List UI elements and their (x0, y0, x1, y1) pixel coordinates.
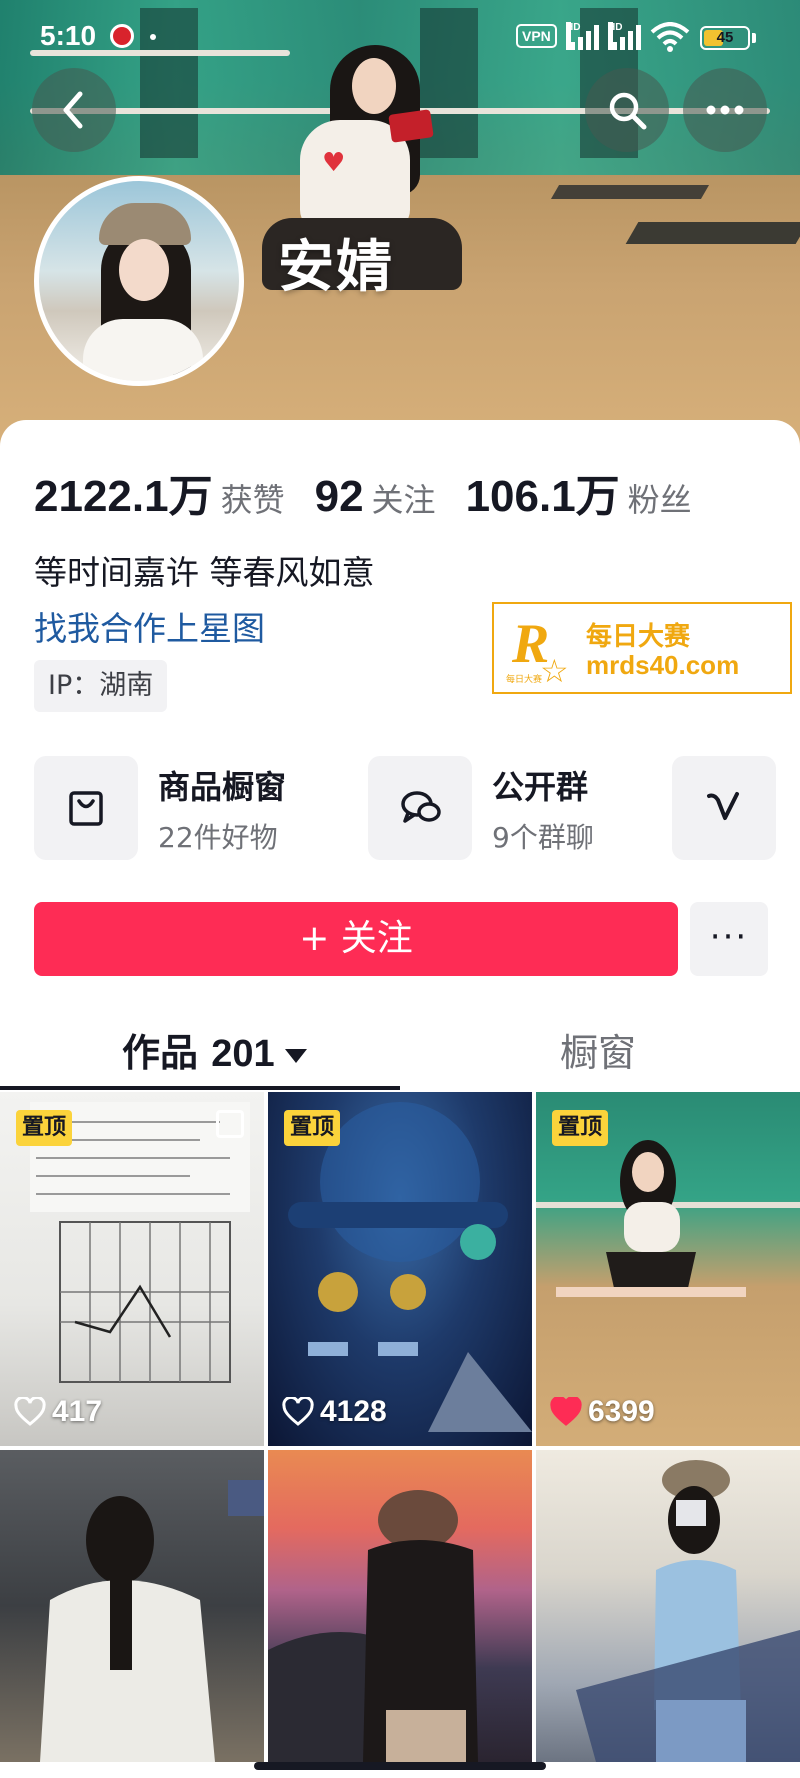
back-arrow-icon (63, 91, 83, 129)
shortcut-title: 公开群 (492, 768, 589, 806)
stat-followers[interactable]: 106.1万 粉丝 (466, 460, 692, 524)
search-button[interactable] (585, 68, 669, 152)
watermark-star-icon: ☆ (540, 652, 569, 690)
vpn-badge: VPN (516, 24, 557, 48)
shortcut-public-group[interactable]: 公开群 9个群聊 (368, 754, 668, 862)
stat-value: 92 (314, 472, 364, 521)
stat-value: 2122.1万 (34, 472, 213, 521)
stat-following[interactable]: 92 关注 (315, 472, 436, 522)
shortcut-subtitle: 22件好物 (158, 821, 278, 854)
video-tile[interactable]: 置顶 6399 (536, 1092, 800, 1446)
search-icon (609, 92, 647, 130)
video-tile[interactable] (536, 1450, 800, 1762)
shortcut-icon-box (34, 756, 138, 860)
avatar-shirt (83, 319, 203, 381)
tab-works[interactable]: 作品 201 (122, 1022, 307, 1077)
tab-works-count: 201 (211, 1033, 275, 1075)
v-badge-icon (707, 792, 739, 820)
caret-down-icon (284, 1048, 307, 1063)
video-tile[interactable] (268, 1450, 532, 1762)
shortcut-icon-box (672, 756, 776, 860)
more-dots-icon (706, 105, 744, 115)
more-options-button[interactable] (683, 68, 767, 152)
profile-name: 安婧 (278, 235, 394, 300)
cover-mat (550, 185, 710, 199)
stat-label: 获赞 (220, 481, 285, 519)
avatar[interactable] (34, 176, 244, 386)
profile-stats: 2122.1万 获赞 92 关注 106.1万 粉丝 (34, 460, 722, 521)
sunset-thumbnail (268, 1490, 478, 1762)
stat-likes[interactable]: 2122.1万 获赞 (34, 460, 285, 524)
like-count-value: 4128 (320, 1395, 387, 1428)
status-time: 5:10 (40, 20, 97, 51)
watermark-logo: R ☆ 每日大赛 每日大赛 mrds40.com (492, 602, 792, 694)
status-dot (150, 34, 156, 40)
like-count: 4128 (282, 1392, 387, 1432)
pinned-badge: 置顶 (16, 1110, 73, 1146)
shortcut-title: 商品橱窗 (158, 768, 287, 806)
tab-works-label: 作品 (122, 1031, 199, 1075)
more-actions-button[interactable]: ··· (690, 902, 768, 976)
signal-icon: HD (566, 22, 602, 50)
tab-shop-window[interactable]: 橱窗 (560, 1022, 636, 1077)
like-count: 417 (14, 1392, 102, 1432)
video-tile[interactable]: 置顶 4128 (268, 1092, 532, 1446)
collab-link[interactable]: 找我合作上星图 (34, 602, 265, 650)
watermark-title: 每日大赛 (586, 622, 691, 652)
avatar-face (119, 239, 169, 301)
mall-thumbnail (576, 1460, 800, 1762)
follow-button[interactable]: + 关注 (34, 902, 678, 976)
shortcut-shop-window[interactable]: 商品橱窗 22件好物 (34, 754, 334, 862)
shortcut-icon-box (368, 756, 472, 860)
watermark-small-text: 每日大赛 (506, 675, 543, 685)
heart-outline-icon (282, 1395, 314, 1426)
cover-mat (625, 222, 800, 244)
back-button[interactable] (32, 68, 116, 152)
stat-label: 关注 (371, 481, 436, 519)
status-bar: 5:10 VPN HD HD 45 (0, 0, 800, 74)
battery-tip (752, 33, 756, 43)
notification-icon (110, 24, 134, 48)
heart-filled-icon (550, 1395, 582, 1426)
pinned-badge: 置顶 (552, 1110, 609, 1146)
stat-label: 粉丝 (627, 481, 692, 519)
shopping-bag-icon (69, 791, 103, 826)
wifi-icon (650, 22, 690, 52)
cover-phone (388, 109, 434, 143)
active-tab-underline (0, 1086, 400, 1090)
battery-level: 45 (716, 29, 734, 46)
heart-outline-icon (14, 1395, 46, 1426)
battery-icon: 45 (700, 26, 750, 50)
shirt-heart-icon: ♥ (322, 148, 346, 178)
watermark-url: mrds40.com (586, 650, 740, 680)
shortcut-third[interactable] (672, 754, 800, 862)
stat-value: 106.1万 (465, 472, 620, 521)
group-chat-icon (401, 791, 441, 823)
signal-icon: HD (608, 22, 644, 50)
ip-location-tag: IP：湖南 (34, 660, 168, 712)
video-tile[interactable]: 置顶 417 (0, 1092, 264, 1446)
video-tile[interactable] (0, 1450, 264, 1762)
pinned-badge: 置顶 (284, 1110, 341, 1146)
like-count-value: 6399 (588, 1395, 655, 1428)
shortcut-subtitle: 9个群聊 (492, 821, 594, 854)
profile-bio: 等时间嘉许 等春风如意 (34, 553, 375, 592)
multi-image-icon (216, 1110, 244, 1138)
like-count: 6399 (550, 1392, 655, 1432)
home-indicator (254, 1762, 546, 1770)
photo-thumbnail (40, 1480, 264, 1762)
like-count-value: 417 (52, 1395, 103, 1428)
